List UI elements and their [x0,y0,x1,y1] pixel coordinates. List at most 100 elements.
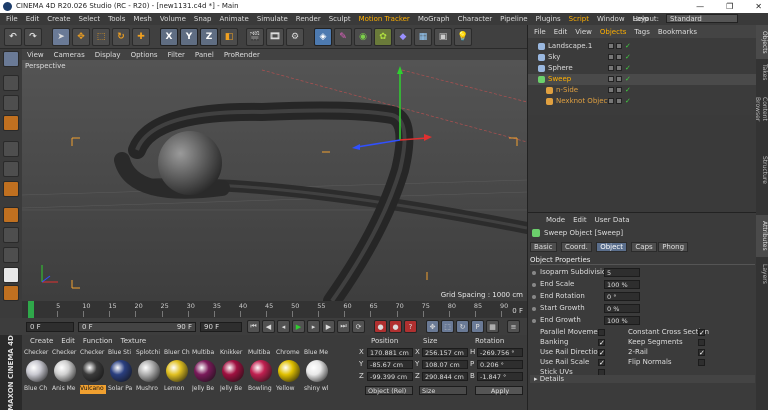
menu-character[interactable]: Character [454,15,497,23]
frame-range-slider[interactable]: 0 F 90 F [78,322,196,332]
visibility-render-flag[interactable] [616,87,622,93]
material-swatch[interactable]: Blue Sti Solar Pa [108,349,134,407]
tab-caps[interactable]: Caps [631,242,657,252]
material-swatch[interactable]: Knikker Jelly Be [220,349,246,407]
checkbox[interactable] [698,359,705,366]
menu-window[interactable]: Window [593,15,629,23]
checkbox[interactable]: ✓ [598,339,605,347]
size-field[interactable]: 290.844 cm [422,372,468,381]
viewport-menu-options[interactable]: Options [126,51,163,59]
menu-render[interactable]: Render [292,15,325,23]
rotation-key-icon[interactable]: ↻ [456,320,469,333]
size-mode-select[interactable]: Size [419,386,467,395]
z-axis-lock-button[interactable]: Z [200,28,218,46]
undo-icon[interactable]: ↶ [4,28,22,46]
enabled-check-icon[interactable]: ✓ [625,74,631,85]
visibility-render-flag[interactable] [616,98,622,104]
object-menu-objects[interactable]: Objects [596,28,630,36]
live-selection-icon[interactable]: ➤ [52,28,70,46]
workplane-mode-icon[interactable] [3,115,19,131]
redo-icon[interactable]: ↷ [24,28,42,46]
viewport-menu-prorender[interactable]: ProRender [219,51,265,59]
keyframe-selection-icon[interactable]: ? [404,320,417,333]
size-field[interactable]: 256.157 cm [422,348,468,357]
material-swatch[interactable]: Chrome Yellow [276,349,302,407]
visibility-editor-flag[interactable] [608,65,614,71]
attribute-menu-edit[interactable]: Edit [569,216,591,224]
layout-dropdown[interactable]: Standard [666,14,738,23]
right-tab-structure[interactable]: Structure [756,135,768,205]
points-mode-icon[interactable] [3,141,19,157]
position-key-icon[interactable]: ✥ [426,320,439,333]
menu-mograph[interactable]: MoGraph [414,15,454,23]
field-value[interactable]: 5 [604,268,640,277]
checkbox[interactable]: ✓ [598,359,605,367]
prev-key-icon[interactable]: ◀ [262,320,275,333]
snap-icon[interactable] [3,267,19,283]
pen-spline-icon[interactable]: ✎ [334,28,352,46]
loop-icon[interactable]: ⟳ [352,320,365,333]
object-menu-edit[interactable]: Edit [550,28,572,36]
enabled-check-icon[interactable]: ✓ [625,85,631,96]
deformer-icon[interactable]: ◆ [394,28,412,46]
next-frame-icon[interactable]: ▸ [307,320,320,333]
checkbox[interactable]: ✓ [698,349,705,357]
render-view-icon[interactable]: 🎬 [246,28,264,46]
right-tab-attributes[interactable]: Attributes [756,215,768,257]
tab-phong[interactable]: Phong [658,242,689,252]
visibility-render-flag[interactable] [616,65,622,71]
material-swatch[interactable]: Splotchi Mushro [136,349,162,407]
playhead[interactable] [28,301,34,318]
field-value[interactable]: 100 % [604,316,640,325]
autokey-icon[interactable]: ● [389,320,402,333]
record-keys-icon[interactable]: ● [374,320,387,333]
visibility-editor-flag[interactable] [608,54,614,60]
next-key-icon[interactable]: ▶ [322,320,335,333]
tweak-mode-icon[interactable] [3,227,19,243]
tab-coord[interactable]: Coord. [561,242,592,252]
solo-mode-icon[interactable] [3,247,19,263]
rotation-field[interactable]: -269.756 ° [477,348,523,357]
material-swatch[interactable]: Checker Blue Ch [24,349,50,407]
checkbox[interactable] [698,339,705,346]
menu-volume[interactable]: Volume [156,15,190,23]
visibility-editor-flag[interactable] [608,43,614,49]
menu-sculpt[interactable]: Sculpt [325,15,355,23]
visibility-render-flag[interactable] [616,76,622,82]
cube-primitive-icon[interactable]: ◈ [314,28,332,46]
coordinate-system-icon[interactable]: ◧ [220,28,238,46]
tab-basic[interactable]: Basic [530,242,557,252]
field-value[interactable]: 0 % [604,304,640,313]
light-icon[interactable]: 💡 [454,28,472,46]
size-field[interactable]: 108.07 cm [422,360,468,369]
object-menu-tags[interactable]: Tags [630,28,654,36]
render-settings-icon[interactable]: ⚙ [286,28,304,46]
render-picture-viewer-icon[interactable]: 🎞 [266,28,284,46]
recent-tools-icon[interactable]: ✚ [132,28,150,46]
texture-mode-icon[interactable] [3,95,19,111]
field-value[interactable]: 100 % [604,280,640,289]
timeline-menu-icon[interactable]: ≡ [507,320,520,333]
minimize-button[interactable]: — [696,0,704,13]
checkbox[interactable]: ✓ [598,349,605,357]
field-value[interactable]: 0 ° [604,292,640,301]
menu-file[interactable]: File [2,15,22,23]
details-section[interactable]: ▸ Details [530,375,755,383]
enabled-check-icon[interactable]: ✓ [625,63,631,74]
material-swatch[interactable]: Blue Me shiny wl [304,349,330,407]
object-menu-bookmarks[interactable]: Bookmarks [654,28,701,36]
material-swatch[interactable]: Checker Anis Me [52,349,78,407]
viewport-menu-display[interactable]: Display [90,51,126,59]
menu-pipeline[interactable]: Pipeline [496,15,531,23]
parameter-key-icon[interactable]: P [471,320,484,333]
material-swatch[interactable]: Multiba Jelly Be [192,349,218,407]
menu-script[interactable]: Script [565,15,593,23]
right-tab-objects[interactable]: Objects [756,25,768,59]
object-menu-view[interactable]: View [571,28,596,36]
menu-edit[interactable]: Edit [22,15,44,23]
enabled-check-icon[interactable]: ✓ [625,96,631,107]
x-axis-lock-button[interactable]: X [160,28,178,46]
camera-icon[interactable]: ▣ [434,28,452,46]
scale-key-icon[interactable]: ⬚ [441,320,454,333]
right-tab-content-browser[interactable]: Content Browser [754,85,768,133]
